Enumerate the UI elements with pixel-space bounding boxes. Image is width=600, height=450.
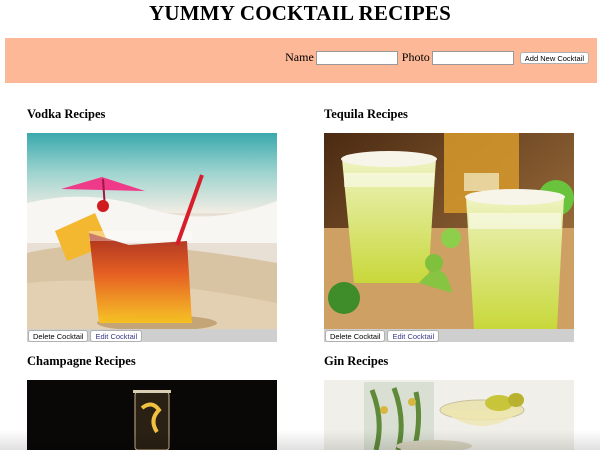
card-title: Tequila Recipes	[324, 107, 408, 121]
name-label: Name	[285, 50, 314, 64]
add-new-cocktail-button[interactable]: Add New Cocktail	[519, 51, 589, 64]
photo-input[interactable]	[431, 50, 514, 65]
card-champagne: Champagne Recipes	[27, 354, 277, 450]
photo-label: Photo	[401, 50, 430, 64]
card-title: Vodka Recipes	[27, 107, 106, 121]
bottom-fade	[0, 430, 600, 450]
card-title: Champagne Recipes	[27, 354, 136, 368]
header-band: Name Photo Add New Cocktail	[5, 38, 597, 83]
edit-cocktail-button[interactable]: Edit Cocktail	[90, 329, 143, 342]
edit-cocktail-button[interactable]: Edit Cocktail	[387, 329, 440, 342]
card-gin: Gin Recipes	[324, 354, 574, 450]
name-input[interactable]	[315, 50, 398, 65]
add-cocktail-form: Name Photo Add New Cocktail	[285, 50, 589, 65]
card-action-bar: Delete Cocktail Edit Cocktail	[27, 329, 277, 342]
tequila-cocktail-photo	[324, 133, 574, 329]
card-title: Gin Recipes	[324, 354, 389, 368]
delete-cocktail-button[interactable]: Delete Cocktail	[28, 329, 89, 342]
vodka-cocktail-photo	[27, 133, 277, 329]
card-vodka: Vodka Recipes Delete Cocktail Edit Cockt…	[27, 107, 277, 342]
card-action-bar: Delete Cocktail Edit Cocktail	[324, 329, 574, 342]
card-tequila: Tequila Recipes Delete Cocktail Edit Coc…	[324, 107, 574, 342]
delete-cocktail-button[interactable]: Delete Cocktail	[325, 329, 386, 342]
page-title: YUMMY COCKTAIL RECIPES	[149, 1, 451, 25]
